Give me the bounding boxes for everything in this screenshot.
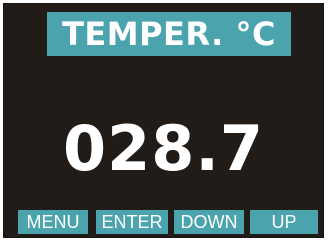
enter-button[interactable]: ENTER — [96, 210, 168, 234]
parameter-title: TEMPER. °C — [47, 12, 291, 56]
temperature-reading: 028.7 — [62, 112, 265, 185]
up-button[interactable]: UP — [250, 210, 318, 234]
menu-button[interactable]: MENU — [18, 210, 88, 234]
device-display: TEMPER. °C 028.7 MENU ENTER DOWN UP — [3, 3, 324, 238]
down-button[interactable]: DOWN — [174, 210, 244, 234]
softkey-bar: MENU ENTER DOWN UP — [4, 210, 323, 234]
